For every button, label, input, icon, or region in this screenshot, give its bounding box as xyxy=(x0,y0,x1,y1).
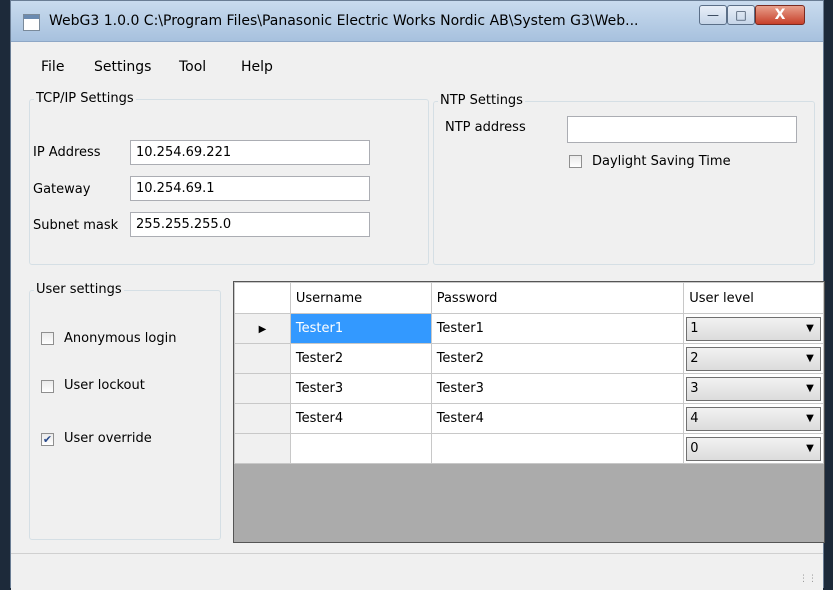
ip-address-field[interactable]: 10.254.69.221 xyxy=(130,140,370,165)
menu-settings[interactable]: Settings xyxy=(94,54,151,80)
users-table: Username Password User level ▶ Tester1 T… xyxy=(234,282,824,464)
user-level-value: 0 xyxy=(690,440,699,456)
ntp-title: NTP Settings xyxy=(438,93,525,108)
chevron-down-icon[interactable]: ▼ xyxy=(801,379,819,399)
user-level-value: 1 xyxy=(690,320,699,336)
user-lockout-checkbox[interactable] xyxy=(41,380,54,393)
title-bar[interactable]: WebG3 1.0.0 C:\Program Files\Panasonic E… xyxy=(11,1,823,42)
maximize-button[interactable]: □ xyxy=(727,5,755,25)
chevron-down-icon[interactable]: ▼ xyxy=(801,349,819,369)
window-title: WebG3 1.0.0 C:\Program Files\Panasonic E… xyxy=(49,13,639,29)
menu-tool[interactable]: Tool xyxy=(179,54,206,80)
user-level-dropdown[interactable]: 2 ▼ xyxy=(686,346,821,371)
chevron-down-icon[interactable]: ▼ xyxy=(801,409,819,429)
user-level-dropdown[interactable]: 1 ▼ xyxy=(686,316,821,341)
table-row[interactable]: Tester2 Tester2 2 ▼ xyxy=(234,343,824,374)
username-cell[interactable]: Tester3 xyxy=(289,373,432,404)
row-header[interactable] xyxy=(234,373,291,404)
user-level-value: 2 xyxy=(690,350,699,366)
username-cell[interactable]: Tester2 xyxy=(289,343,432,374)
user-level-dropdown[interactable]: 0 ▼ xyxy=(686,436,821,461)
table-row[interactable]: ▶ Tester1 Tester1 1 ▼ xyxy=(234,313,824,344)
user-level-dropdown[interactable]: 4 ▼ xyxy=(686,406,821,431)
password-cell[interactable]: Tester4 xyxy=(430,403,685,434)
column-header-password[interactable]: Password xyxy=(430,282,685,314)
password-cell[interactable]: Tester3 xyxy=(430,373,685,404)
gateway-field[interactable]: 10.254.69.1 xyxy=(130,176,370,201)
table-row[interactable]: 0 ▼ xyxy=(234,433,824,464)
app-icon[interactable] xyxy=(23,14,40,31)
user-level-value: 4 xyxy=(690,410,699,426)
row-header[interactable] xyxy=(234,403,291,434)
password-cell[interactable] xyxy=(430,433,685,464)
ip-address-label: IP Address xyxy=(33,145,101,160)
resize-grip-icon[interactable]: ⋮⋮ xyxy=(799,574,817,584)
table-row[interactable]: Tester4 Tester4 4 ▼ xyxy=(234,403,824,434)
username-cell[interactable]: Tester1 xyxy=(289,313,432,344)
password-cell[interactable]: Tester1 xyxy=(430,313,685,344)
grid-corner-cell[interactable] xyxy=(234,282,291,314)
column-header-username[interactable]: Username xyxy=(289,282,432,314)
main-window: WebG3 1.0.0 C:\Program Files\Panasonic E… xyxy=(10,0,825,590)
table-row[interactable]: Tester3 Tester3 3 ▼ xyxy=(234,373,824,404)
chevron-down-icon[interactable]: ▼ xyxy=(801,319,819,339)
user-level-cell[interactable]: 2 ▼ xyxy=(683,343,824,374)
row-header[interactable] xyxy=(234,343,291,374)
user-level-cell[interactable]: 1 ▼ xyxy=(683,313,824,344)
subnet-mask-field[interactable]: 255.255.255.0 xyxy=(130,212,370,237)
grid-header-row: Username Password User level xyxy=(234,282,824,314)
check-icon: ✔ xyxy=(42,433,53,446)
status-bar: ⋮⋮ xyxy=(11,553,823,590)
daylight-saving-label: Daylight Saving Time xyxy=(592,154,731,169)
users-grid: Username Password User level ▶ Tester1 T… xyxy=(233,281,825,543)
subnet-mask-label: Subnet mask xyxy=(33,218,119,233)
chevron-down-icon[interactable]: ▼ xyxy=(801,439,819,459)
user-settings-title: User settings xyxy=(34,282,124,297)
column-header-user-level[interactable]: User level xyxy=(683,282,824,314)
ntp-address-field[interactable] xyxy=(567,116,797,143)
username-cell[interactable] xyxy=(289,433,432,464)
anonymous-login-label: Anonymous login xyxy=(64,331,177,346)
ntp-address-label: NTP address xyxy=(445,120,526,135)
user-level-cell[interactable]: 0 ▼ xyxy=(683,433,824,464)
minimize-button[interactable]: — xyxy=(699,5,727,25)
user-level-dropdown[interactable]: 3 ▼ xyxy=(686,376,821,401)
close-button[interactable]: X xyxy=(755,5,805,25)
user-override-checkbox[interactable]: ✔ xyxy=(41,433,54,446)
user-lockout-label: User lockout xyxy=(64,378,145,393)
user-level-value: 3 xyxy=(690,380,699,396)
tcpip-title: TCP/IP Settings xyxy=(34,91,136,106)
user-level-cell[interactable]: 3 ▼ xyxy=(683,373,824,404)
daylight-saving-checkbox[interactable] xyxy=(569,155,582,168)
anonymous-login-checkbox[interactable] xyxy=(41,332,54,345)
gateway-label: Gateway xyxy=(33,182,91,197)
password-cell[interactable]: Tester2 xyxy=(430,343,685,374)
user-override-label: User override xyxy=(64,431,152,446)
username-cell[interactable]: Tester4 xyxy=(289,403,432,434)
row-header[interactable]: ▶ xyxy=(234,313,291,344)
row-header[interactable] xyxy=(234,433,291,464)
menu-help[interactable]: Help xyxy=(241,54,273,80)
user-settings-groupbox: User settings xyxy=(29,282,221,540)
menu-file[interactable]: File xyxy=(41,54,64,80)
current-row-arrow-icon: ▶ xyxy=(258,324,267,335)
user-level-cell[interactable]: 4 ▼ xyxy=(683,403,824,434)
